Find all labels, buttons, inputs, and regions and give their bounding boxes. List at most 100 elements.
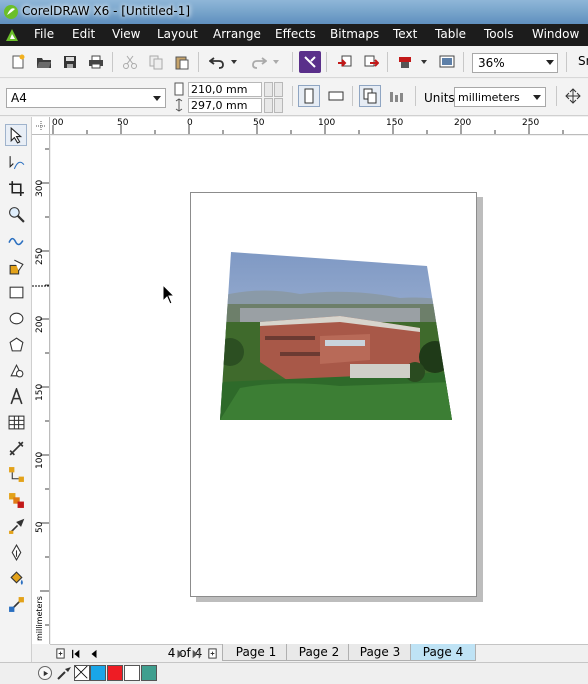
redo-button[interactable]	[248, 51, 270, 73]
menu-bitmaps[interactable]: Bitmaps	[330, 27, 379, 41]
export-button[interactable]	[360, 51, 382, 73]
width-lock[interactable]	[274, 82, 283, 97]
rectangle-tool[interactable]	[5, 281, 27, 303]
vertical-ruler[interactable]: 300 250 200 150 100 50 millimeters	[32, 135, 50, 644]
nudge-distance-button[interactable]	[562, 85, 584, 107]
menu-layout[interactable]: Layout	[157, 27, 198, 41]
toolbar-separator	[112, 52, 113, 72]
fill-tool[interactable]	[5, 567, 27, 589]
welcome-screen-button[interactable]	[436, 51, 458, 73]
menu-tools[interactable]: Tools	[484, 27, 514, 41]
basic-shapes-tool[interactable]	[5, 359, 27, 381]
interactive-fill-tool[interactable]	[5, 593, 27, 615]
menu-file[interactable]: File	[34, 27, 54, 41]
palette-swatch-white[interactable]	[124, 665, 140, 681]
dimension-icon	[9, 441, 23, 455]
launcher-icon	[399, 57, 411, 68]
snap-to-label[interactable]: Sn	[578, 54, 588, 68]
width-spinner-up[interactable]	[264, 82, 273, 97]
h-ruler-label: 0	[187, 118, 193, 128]
freehand-icon	[7, 237, 24, 245]
search-content-button[interactable]	[299, 51, 321, 73]
ellipse-tool[interactable]	[5, 307, 27, 329]
portrait-button[interactable]	[298, 85, 320, 107]
crop-tool[interactable]	[5, 177, 27, 199]
palette-swatch-red[interactable]	[107, 665, 123, 681]
next-page-button[interactable]	[174, 647, 186, 660]
current-page-button[interactable]	[386, 85, 408, 107]
menu-table[interactable]: Table	[435, 27, 466, 41]
dimension-tool[interactable]	[5, 437, 27, 459]
shape-tool[interactable]	[5, 151, 27, 173]
freehand-tool[interactable]	[5, 229, 27, 251]
text-tool[interactable]	[5, 385, 27, 407]
cut-button[interactable]	[119, 51, 141, 73]
menu-effects[interactable]: Effects	[275, 27, 316, 41]
page-height-input[interactable]: 297,0 mm	[188, 98, 262, 113]
save-button[interactable]	[59, 51, 81, 73]
units-select[interactable]: millimeters	[454, 87, 546, 107]
palette-swatch-teal[interactable]	[141, 665, 157, 681]
page-width-input[interactable]: 210,0 mm	[188, 82, 262, 97]
smart-fill-tool[interactable]	[5, 255, 27, 277]
application-launcher-button[interactable]	[394, 51, 416, 73]
eyedropper-tool[interactable]	[5, 515, 27, 537]
menu-view[interactable]: View	[112, 27, 140, 41]
zoom-tool[interactable]	[5, 203, 27, 225]
document-icon[interactable]	[4, 27, 20, 43]
import-button[interactable]	[334, 51, 356, 73]
coreldraw-app-icon[interactable]	[3, 4, 19, 20]
previous-page-icon	[91, 649, 97, 658]
connector-tool[interactable]	[5, 463, 27, 485]
clipboard-icon	[175, 56, 189, 70]
undo-button[interactable]	[206, 51, 228, 73]
palette-scroll-button[interactable]	[38, 666, 52, 680]
menu-edit[interactable]: Edit	[72, 27, 95, 41]
previous-page-button[interactable]	[88, 647, 100, 660]
menu-text[interactable]: Text	[393, 27, 417, 41]
height-lock[interactable]	[274, 98, 283, 113]
play-arrow-icon	[43, 670, 48, 676]
copy-button[interactable]	[145, 51, 167, 73]
landscape-button[interactable]	[325, 85, 347, 107]
launcher-dropdown[interactable]	[418, 51, 430, 73]
polygon-tool[interactable]	[5, 333, 27, 355]
table-tool[interactable]	[5, 411, 27, 433]
print-button[interactable]	[85, 51, 107, 73]
first-page-button[interactable]	[70, 647, 82, 660]
page-tab-2[interactable]: Page 2	[286, 644, 352, 661]
no-color-swatch[interactable]	[74, 665, 90, 681]
page-tab-3[interactable]: Page 3	[348, 644, 412, 661]
eyedropper-icon[interactable]	[56, 665, 72, 681]
insert-page-after-button[interactable]	[206, 647, 218, 660]
page-size-select[interactable]: A4	[6, 88, 166, 108]
paste-button[interactable]	[171, 51, 193, 73]
ruler-origin[interactable]	[32, 117, 50, 135]
toolbar-separator	[415, 86, 416, 106]
open-button[interactable]	[33, 51, 55, 73]
zoom-level-select[interactable]: 36%	[472, 53, 558, 73]
insert-page-before-button[interactable]	[54, 647, 66, 660]
undo-icon	[209, 57, 224, 69]
placed-bitmap-photo[interactable]	[220, 252, 452, 420]
menu-arrange[interactable]: Arrange	[213, 27, 261, 41]
new-document-button[interactable]	[7, 51, 29, 73]
page-tab-1[interactable]: Page 1	[222, 644, 290, 661]
last-page-button[interactable]	[190, 647, 202, 660]
horizontal-ruler[interactable]: 00 50 0 50 100 150 200 250	[50, 117, 588, 135]
all-pages-button[interactable]	[359, 85, 381, 107]
blend-tool[interactable]	[5, 489, 27, 511]
height-spinner[interactable]	[264, 98, 273, 113]
page-tab-4[interactable]: Page 4	[410, 644, 476, 661]
mouse-cursor-icon	[162, 284, 176, 305]
first-page-icon	[72, 649, 80, 658]
undo-dropdown[interactable]	[228, 51, 240, 73]
pick-tool[interactable]	[5, 124, 27, 146]
redo-dropdown[interactable]	[270, 51, 282, 73]
h-ruler-label: 200	[454, 118, 472, 128]
corel-connect-icon	[304, 56, 316, 68]
table-icon	[8, 415, 24, 429]
menu-window[interactable]: Window	[532, 27, 579, 41]
palette-swatch-cyan[interactable]	[90, 665, 106, 681]
outline-pen-tool[interactable]	[5, 541, 27, 563]
